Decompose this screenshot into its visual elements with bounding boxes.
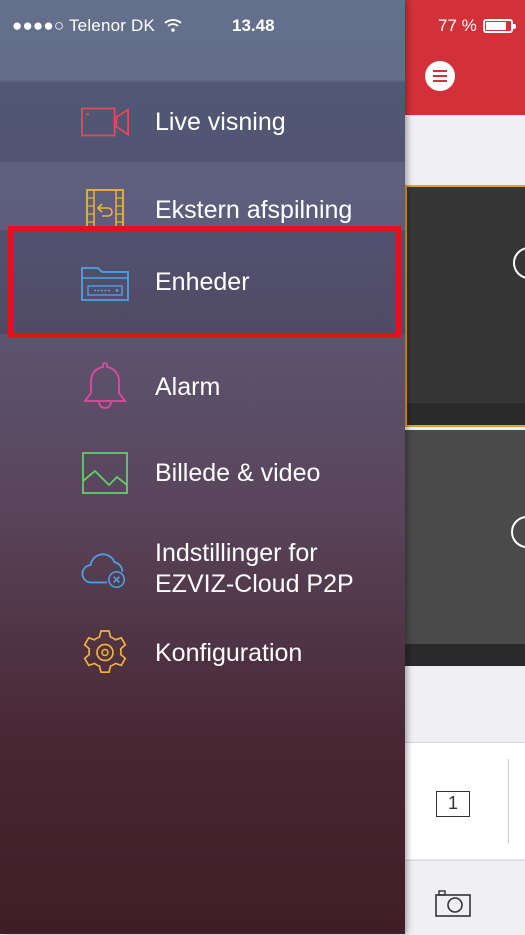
camera-icon[interactable] [435, 889, 471, 917]
menu-item-label: Indstillinger for EZVIZ-Cloud P2P [155, 539, 354, 598]
cloud-settings-icon [80, 544, 130, 594]
menu-item-live-view[interactable]: Live visning [0, 82, 405, 162]
menu-item-picture-video[interactable]: Billede & video [0, 433, 405, 513]
battery-icon [482, 19, 516, 33]
menu-item-label: Konfiguration [155, 638, 303, 667]
capture-toolbar [405, 860, 525, 935]
add-camera-icon[interactable] [511, 516, 525, 548]
menu-item-configuration[interactable]: Konfiguration [0, 613, 405, 693]
hamburger-menu-button[interactable] [425, 61, 455, 91]
menu-item-label: Live visning [155, 107, 286, 136]
playback-film-icon [80, 185, 130, 235]
navigation-drawer: Live visning Ekstern afspilning Enheder … [0, 0, 405, 934]
menu-item-label: Alarm [155, 372, 221, 401]
video-camera-icon [80, 97, 130, 147]
battery-percent: 77 % [438, 16, 477, 35]
device-folder-icon [80, 257, 130, 307]
carrier-name: Telenor DK [68, 16, 156, 35]
menu-item-label: Ekstern afspilning [155, 195, 353, 224]
status-time: 13.48 [232, 16, 275, 35]
status-bar: ●●●●○ Telenor DK 13.48 77 % [0, 0, 525, 40]
menu-item-cloud-settings[interactable]: Indstillinger for EZVIZ-Cloud P2P [0, 525, 405, 613]
menu-item-alarm[interactable]: Alarm [0, 347, 405, 427]
picture-icon [80, 448, 130, 498]
gear-icon [80, 628, 130, 678]
camera-tile-2[interactable] [405, 430, 525, 666]
menu-item-devices[interactable]: Enheder [0, 230, 405, 334]
main-app-panel: 1 [405, 0, 525, 935]
menu-item-label: Billede & video [155, 458, 321, 487]
add-camera-icon[interactable] [513, 247, 525, 279]
signal-strength-icon: ●●●●○ [12, 16, 65, 35]
camera-tile-1[interactable] [405, 185, 525, 427]
menu-item-label: Enheder [155, 267, 250, 296]
split-screen-button[interactable]: 1 [436, 791, 470, 817]
wifi-icon [164, 16, 182, 35]
bell-icon [80, 362, 130, 412]
split-toolbar: 1 [405, 742, 525, 859]
